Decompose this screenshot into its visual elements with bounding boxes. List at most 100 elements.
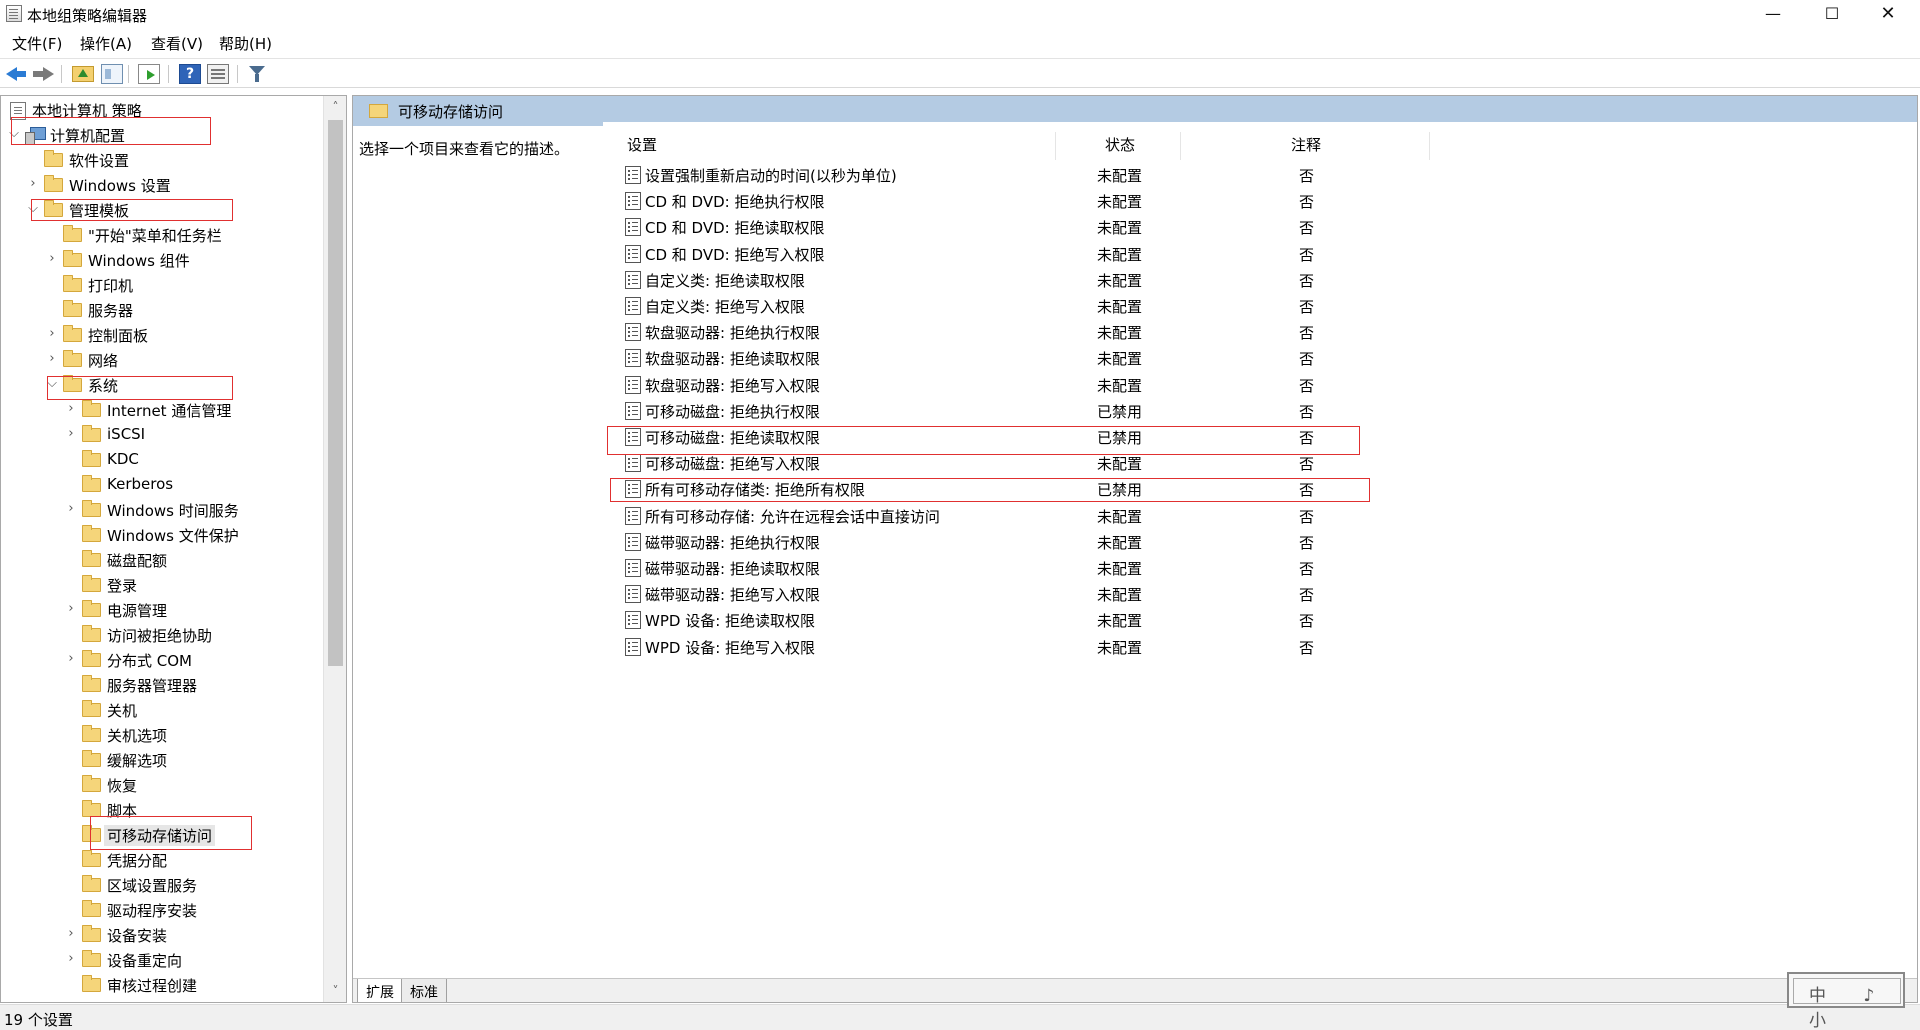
table-row[interactable]: 可移动磁盘: 拒绝读取权限 已禁用 否 — [353, 424, 1917, 450]
table-row[interactable]: CD 和 DVD: 拒绝写入权限 未配置 否 — [353, 241, 1917, 267]
tree-item[interactable]: › 电源管理 — [1, 598, 323, 622]
chevron-placeholder — [64, 576, 78, 592]
table-row[interactable]: 自定义类: 拒绝读取权限 未配置 否 — [353, 267, 1917, 293]
tree-item[interactable]: 关机 — [1, 698, 323, 722]
forward-icon[interactable] — [32, 64, 54, 84]
table-row[interactable]: 软盘驱动器: 拒绝执行权限 未配置 否 — [353, 319, 1917, 345]
tree-scrollbar[interactable]: ˄ ˅ — [323, 96, 346, 1002]
column-header-setting[interactable]: 设置 — [627, 134, 657, 160]
tab-standard[interactable]: 标准 — [401, 979, 447, 1002]
table-row[interactable]: WPD 设备: 拒绝读取权限 未配置 否 — [353, 607, 1917, 633]
tree-item[interactable]: 打印机 — [1, 273, 323, 297]
chevron-right-icon[interactable]: › — [64, 651, 78, 667]
properties-icon[interactable] — [207, 64, 229, 84]
tree-item[interactable]: 软件设置 — [1, 148, 323, 172]
table-row[interactable]: 自定义类: 拒绝写入权限 未配置 否 — [353, 293, 1917, 319]
chevron-right-icon[interactable]: › — [64, 601, 78, 617]
tree-item[interactable]: 审核过程创建 — [1, 973, 323, 997]
policy-setting-icon — [625, 166, 641, 184]
scroll-up-arrow-icon[interactable]: ˄ — [324, 96, 346, 118]
chevron-right-icon[interactable]: › — [64, 926, 78, 942]
table-row[interactable]: CD 和 DVD: 拒绝读取权限 未配置 否 — [353, 214, 1917, 240]
tree-item[interactable]: › 设备安装 — [1, 923, 323, 947]
tree-item[interactable]: 区域设置服务 — [1, 873, 323, 897]
filter-icon[interactable] — [247, 64, 269, 84]
show-hide-tree-icon[interactable] — [101, 64, 123, 84]
tab-extended[interactable]: 扩展 — [357, 979, 403, 1002]
table-row[interactable]: 可移动磁盘: 拒绝写入权限 未配置 否 — [353, 450, 1917, 476]
menu-help[interactable]: 帮助(H) — [219, 33, 272, 54]
tree-item[interactable]: 登录 — [1, 573, 323, 597]
tree-item[interactable]: › 网络 — [1, 348, 323, 372]
column-divider[interactable] — [1429, 132, 1430, 160]
tree-item[interactable]: ⌵ 管理模板 — [1, 198, 323, 222]
table-row[interactable]: 磁带驱动器: 拒绝读取权限 未配置 否 — [353, 555, 1917, 581]
tree-item[interactable]: 脚本 — [1, 798, 323, 822]
tree-item[interactable]: 恢复 — [1, 773, 323, 797]
chevron-down-icon[interactable]: ⌵ — [7, 126, 21, 142]
tree-item[interactable]: 访问被拒绝协助 — [1, 623, 323, 647]
tree-item[interactable]: ⌵ 计算机配置 — [1, 123, 323, 147]
tree-item[interactable]: 可移动存储访问 — [1, 823, 323, 847]
tree-item[interactable]: 磁盘配额 — [1, 548, 323, 572]
table-row[interactable]: 所有可移动存储类: 拒绝所有权限 已禁用 否 — [353, 476, 1917, 502]
tree-item[interactable]: 关机选项 — [1, 723, 323, 747]
tree-item[interactable]: 凭据分配 — [1, 848, 323, 872]
chevron-right-icon[interactable]: › — [45, 351, 59, 367]
back-icon[interactable] — [6, 64, 28, 84]
tree-item[interactable]: › Windows 设置 — [1, 173, 323, 197]
tree-item[interactable]: Windows 文件保护 — [1, 523, 323, 547]
menu-file[interactable]: 文件(F) — [12, 33, 62, 54]
menu-action[interactable]: 操作(A) — [80, 33, 132, 54]
tree-item[interactable]: › 设备重定向 — [1, 948, 323, 972]
table-row[interactable]: 可移动磁盘: 拒绝执行权限 已禁用 否 — [353, 398, 1917, 424]
table-row[interactable]: 设置强制重新启动的时间(以秒为单位) 未配置 否 — [353, 162, 1917, 188]
tree-item[interactable]: 缓解选项 — [1, 748, 323, 772]
export-list-icon[interactable] — [138, 64, 160, 84]
table-row[interactable]: 软盘驱动器: 拒绝读取权限 未配置 否 — [353, 345, 1917, 371]
menu-view[interactable]: 查看(V) — [151, 33, 203, 54]
chevron-down-icon[interactable]: ⌵ — [26, 201, 40, 217]
tree-item[interactable]: Kerberos — [1, 473, 323, 497]
tree-item[interactable]: › 分布式 COM — [1, 648, 323, 672]
column-divider[interactable] — [1055, 132, 1056, 160]
chevron-right-icon[interactable]: › — [64, 401, 78, 417]
tree-item[interactable]: ⌵ 系统 — [1, 373, 323, 397]
table-row[interactable]: WPD 设备: 拒绝写入权限 未配置 否 — [353, 634, 1917, 660]
table-row[interactable]: CD 和 DVD: 拒绝执行权限 未配置 否 — [353, 188, 1917, 214]
table-row[interactable]: 软盘驱动器: 拒绝写入权限 未配置 否 — [353, 372, 1917, 398]
tree-item[interactable]: 驱动程序安装 — [1, 898, 323, 922]
table-row[interactable]: 磁带驱动器: 拒绝写入权限 未配置 否 — [353, 581, 1917, 607]
folder-icon — [82, 975, 101, 992]
tree-item[interactable]: KDC — [1, 448, 323, 472]
setting-state: 未配置 — [1097, 507, 1143, 526]
tree-item[interactable]: › Windows 时间服务 — [1, 498, 323, 522]
chevron-right-icon[interactable]: › — [26, 176, 40, 192]
table-row[interactable]: 所有可移动存储: 允许在远程会话中直接访问 未配置 否 — [353, 503, 1917, 529]
maximize-button[interactable]: ☐ — [1804, 0, 1860, 28]
column-header-note[interactable]: 注释 — [1291, 134, 1321, 160]
tree-item[interactable]: "开始"菜单和任务栏 — [1, 223, 323, 247]
close-button[interactable]: ✕ — [1860, 0, 1916, 28]
chevron-right-icon[interactable]: › — [45, 326, 59, 342]
column-header-state[interactable]: 状态 — [1105, 134, 1135, 160]
chevron-right-icon[interactable]: › — [64, 426, 78, 442]
tree-item[interactable]: › Internet 通信管理 — [1, 398, 323, 422]
help-icon[interactable]: ? — [179, 64, 201, 84]
tree-item[interactable]: › 控制面板 — [1, 323, 323, 347]
minimize-button[interactable]: — — [1745, 0, 1801, 28]
chevron-right-icon[interactable]: › — [64, 501, 78, 517]
tree-item[interactable]: › iSCSI — [1, 423, 323, 447]
tree-item[interactable]: › Windows 组件 — [1, 248, 323, 272]
tree-item[interactable]: 服务器 — [1, 298, 323, 322]
scroll-down-arrow-icon[interactable]: ˅ — [324, 980, 346, 1002]
up-folder-icon[interactable] — [72, 66, 94, 82]
tree-item[interactable]: 服务器管理器 — [1, 673, 323, 697]
chevron-right-icon[interactable]: › — [45, 251, 59, 267]
chevron-down-icon[interactable]: ⌵ — [45, 376, 59, 392]
tree-root[interactable]: 本地计算机 策略 — [1, 98, 323, 122]
table-row[interactable]: 磁带驱动器: 拒绝执行权限 未配置 否 — [353, 529, 1917, 555]
chevron-right-icon[interactable]: › — [64, 951, 78, 967]
scrollbar-thumb[interactable] — [328, 120, 343, 666]
column-divider[interactable] — [1180, 132, 1181, 160]
